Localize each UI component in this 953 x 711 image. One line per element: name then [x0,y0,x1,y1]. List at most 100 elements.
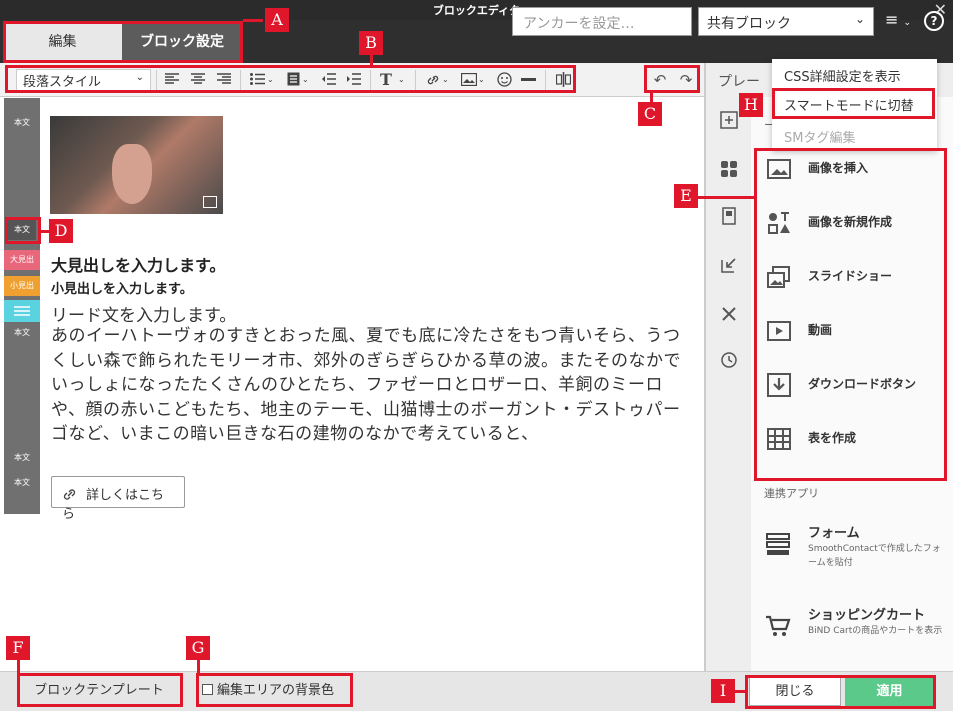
form-icon [766,533,790,555]
emoji-icon[interactable] [497,72,512,87]
form-app-title: フォーム [808,526,860,541]
lines-icon [14,306,30,316]
paragraph-style-select[interactable]: 段落スタイル ⌄ [16,69,151,91]
tab-edit[interactable]: 編集 [3,23,122,61]
undo-icon[interactable]: ↶ [649,69,671,91]
divider [156,70,157,90]
anchor-input[interactable]: アンカーを設定… [512,7,692,36]
align-left-icon[interactable] [165,73,179,85]
insert-image-item[interactable]: 画像を挿入 [765,152,945,192]
gutter-tag-body-selected[interactable]: 本文 [8,220,36,240]
linked-apps-heading: 連携アプリ [764,487,819,500]
image-icon [767,159,791,179]
gutter-tag-lead[interactable] [4,300,40,322]
text-style-icon[interactable]: T [380,69,392,91]
block-format-icon[interactable] [287,72,300,86]
chevron-down-icon[interactable]: ⌄ [302,69,309,91]
shapes-icon [768,212,790,234]
tools-icon[interactable] [719,305,739,325]
bg-color-checkbox[interactable]: 編集エリアの背景色 [202,677,350,705]
page-icon[interactable] [719,207,739,227]
form-app-item[interactable]: フォーム SmoothContactで作成したフォームを貼付 [764,522,949,572]
link-icon[interactable] [426,73,440,87]
callout-tag-b: B [359,31,383,55]
gutter-tag-large-heading[interactable]: 大見出 [4,250,40,270]
split-block-icon[interactable] [556,72,571,87]
callout-tag-g: G [186,636,210,660]
cart-app-item[interactable]: ショッピングカート BiND Cartの商品やカートを表示 [764,604,949,654]
video-icon [767,321,791,341]
slideshow-item[interactable]: スライドショー [765,260,945,300]
cart-app-title: ショッピングカート [808,608,926,623]
download-icon [767,373,791,397]
options-dropdown: CSS詳細設定を表示 スマートモードに切替 SMタグ編集 [772,59,937,150]
align-right-icon[interactable] [217,73,231,85]
parts-icon[interactable] [719,160,739,180]
callout-line-d [41,230,49,233]
image-icon[interactable] [461,73,477,86]
callout-tag-h: H [739,93,763,117]
lead-text[interactable]: リード文を入力します。 [51,301,236,326]
callout-line-a [243,19,263,22]
content-photo[interactable] [50,116,223,214]
gutter-tag-body[interactable]: 本文 [4,117,40,128]
block-template-button[interactable]: ブロックテンプレート [20,677,178,705]
slideshow-icon [767,266,790,288]
chevron-down-icon: ⌄ [903,18,912,28]
menu-icon[interactable]: ≡ ⌄ [885,10,913,32]
divider [370,70,371,90]
gutter-tag-body[interactable]: 本文 [4,327,40,338]
menu-item-sm-tag: SMタグ編集 [784,131,856,146]
form-app-desc: SmoothContactで作成したフォームを貼付 [808,544,941,568]
add-icon[interactable] [719,111,739,131]
chevron-down-icon[interactable]: ⌄ [398,69,405,91]
tab-block-settings[interactable]: ブロック設定 [122,23,242,61]
more-details-button[interactable]: 詳しくはこちら [51,476,185,522]
gutter-tag-body[interactable]: 本文 [4,477,40,488]
bullet-list-icon[interactable] [250,73,266,85]
indent-icon[interactable] [347,73,361,85]
history-icon[interactable] [719,351,739,371]
close-button[interactable]: 閉じる [749,677,841,706]
horizontal-rule-icon[interactable] [521,78,536,81]
photo-subject [112,144,152,204]
callout-tag-d: D [49,219,73,243]
chevron-down-icon[interactable]: ⌄ [267,69,274,91]
apply-button[interactable]: 適用 [845,677,934,706]
table-label: 表を作成 [808,431,857,445]
new-image-label: 画像を新規作成 [808,215,893,229]
menu-item-smart-mode[interactable]: スマートモードに切替 [784,95,914,114]
callout-line-e [698,196,754,199]
callout-tag-a: A [265,8,289,32]
divider [415,70,416,90]
insert-image-label: 画像を挿入 [808,161,869,175]
callout-line-i [735,690,745,693]
callout-tag-e: E [674,184,698,208]
chevron-down-icon[interactable]: ⌄ [442,69,449,91]
gutter-tag-small-heading[interactable]: 小見出 [4,276,40,296]
gutter-tag-body[interactable]: 本文 [4,452,40,463]
small-heading[interactable]: 小見出しを入力します。 [51,278,193,297]
new-image-item[interactable]: 画像を新規作成 [765,206,945,246]
divider [240,70,241,90]
redo-icon[interactable]: ↷ [675,69,697,91]
chevron-down-icon[interactable]: ⌄ [478,69,485,91]
align-center-icon[interactable] [191,73,205,85]
shared-block-select[interactable]: 共有ブロック ⌄ [698,7,874,36]
video-item[interactable]: 動画 [765,314,945,354]
body-text[interactable]: あのイーハトーヴォのすきとおった風、夏でも底に冷たさをもつ青いそら、うつくしい森… [51,324,691,447]
download-button-item[interactable]: ダウンロードボタン [765,368,945,408]
right-panel-tab-label: プレー [718,74,760,90]
callout-tag-c: C [638,102,662,126]
large-heading[interactable]: 大見出しを入力します。 [51,252,225,276]
slideshow-label: スライドショー [808,269,893,283]
table-item[interactable]: 表を作成 [765,422,945,462]
cart-app-desc: BiND Cartの商品やカートを表示 [808,626,943,636]
import-icon[interactable] [719,256,739,276]
menu-item-css-settings[interactable]: CSS詳細設定を表示 [784,66,901,85]
help-icon[interactable]: ? [924,11,944,31]
checkbox-box[interactable] [202,684,213,695]
download-button-label: ダウンロードボタン [808,377,917,391]
table-icon [767,428,791,450]
outdent-icon[interactable] [322,73,336,85]
